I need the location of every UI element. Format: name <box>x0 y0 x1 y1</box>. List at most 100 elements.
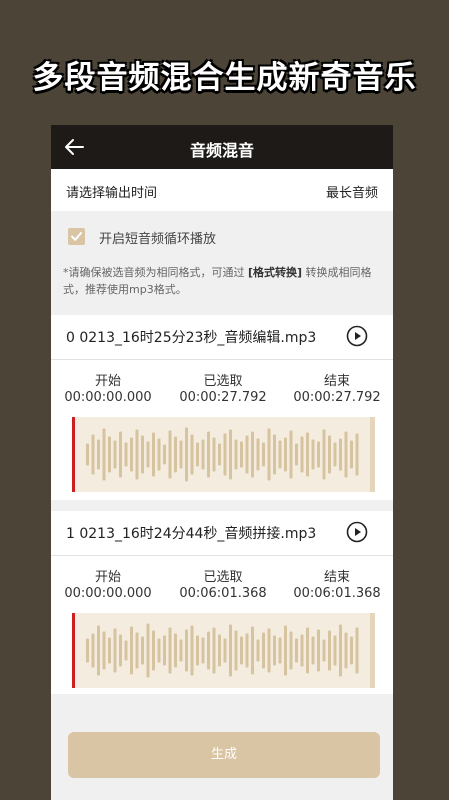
waveform-bar <box>339 438 342 471</box>
app-screen: 音频混音 请选择输出时间 最长音频 开启短音频循环播放 *请确保被选音频为相同格… <box>51 125 393 800</box>
play-icon[interactable] <box>346 521 368 543</box>
waveform-bar <box>295 443 298 466</box>
start-time: 开始 00:00:00.000 <box>53 370 163 405</box>
waveform-bar <box>295 638 298 663</box>
waveform-bar <box>262 442 265 467</box>
play-icon[interactable] <box>346 325 368 347</box>
waveform-bar <box>163 635 166 666</box>
waveform-bar <box>185 427 188 482</box>
waveform-bar <box>201 637 205 664</box>
output-time-row[interactable]: 请选择输出时间 最长音频 <box>51 169 393 211</box>
waveform-bar <box>278 440 282 469</box>
track-card: 0 0213_16时25分23秒_音频编辑.mp3 开始 00:00:00.00… <box>51 315 393 500</box>
waveform-bar <box>333 635 337 666</box>
waveform-bar <box>179 639 183 662</box>
waveform-bar <box>152 630 155 671</box>
waveform-bar <box>289 631 293 670</box>
track-name: 1 0213_16时24分44秒_音频拼接.mp3 <box>66 526 317 542</box>
waveform-bar <box>355 433 359 476</box>
waveform-bar <box>273 635 276 666</box>
waveform-bar <box>86 638 89 663</box>
waveform-bar <box>284 625 287 676</box>
generate-button[interactable]: 生成 <box>68 732 380 778</box>
playhead-marker[interactable] <box>72 417 75 492</box>
waveform-bar <box>333 442 337 467</box>
waveform-bar <box>245 435 249 474</box>
waveform-bar <box>196 442 199 467</box>
waveform-bar <box>190 625 194 676</box>
waveform-bar <box>289 430 293 479</box>
waveform-bar <box>146 623 150 678</box>
end-time: 结束 00:00:27.792 <box>282 370 392 405</box>
loop-checkbox[interactable] <box>68 228 85 245</box>
waveform-bar <box>245 633 249 668</box>
waveform-bar <box>256 639 260 662</box>
waveform-bar <box>212 437 216 472</box>
end-label: 结束 <box>323 374 350 389</box>
end-handle[interactable] <box>370 417 375 492</box>
waveform-bar <box>311 636 315 665</box>
waveform-bar <box>306 627 309 674</box>
waveform-bar <box>130 626 133 675</box>
banner-title: 多段音频混合生成新奇音乐 <box>32 60 417 96</box>
waveform-bar <box>135 429 139 480</box>
playhead-marker[interactable] <box>72 613 75 688</box>
selected-value: 00:00:27.792 <box>179 390 267 405</box>
waveform-bar <box>240 441 243 468</box>
waveform-bar <box>185 629 188 672</box>
end-value: 00:00:27.792 <box>293 390 381 405</box>
format-note: *请确保被选音频为相同格式，可通过 [格式转换] 转换成相同格式，推荐使用mp3… <box>63 264 383 298</box>
waveform-bar <box>207 431 210 478</box>
waveform-bar <box>322 429 326 480</box>
waveform-bar <box>267 628 271 673</box>
waveform-bar <box>179 440 183 469</box>
waveform-bar <box>218 634 221 667</box>
waveform-bar <box>278 637 282 664</box>
waveform-bar <box>201 439 205 470</box>
waveform-bar <box>344 431 348 478</box>
waveform <box>72 613 375 688</box>
note-text-before: *请确保被选音频为相同格式，可通过 <box>63 266 248 279</box>
start-label: 开始 <box>94 570 121 585</box>
start-value: 00:00:00.000 <box>64 390 152 405</box>
waveform-bar <box>344 632 348 669</box>
check-icon <box>71 232 82 241</box>
waveform-bar <box>234 439 238 470</box>
waveform-bar <box>168 430 172 479</box>
waveform-bar <box>141 636 144 665</box>
selected-value: 00:06:01.368 <box>179 586 267 601</box>
format-convert-link[interactable]: [格式转换] <box>248 266 302 279</box>
waveform-bar <box>135 632 139 669</box>
selected-label: 已选取 <box>203 570 243 585</box>
waveform-bar <box>229 429 232 480</box>
waveform-bar <box>328 630 331 671</box>
waveform-bar <box>322 639 326 662</box>
waveform-bar <box>113 628 117 673</box>
waveform-bar <box>256 438 260 471</box>
waveform-selector[interactable] <box>72 417 375 492</box>
end-time: 结束 00:06:01.368 <box>282 566 392 601</box>
waveform-bar <box>141 435 144 474</box>
waveform-bar <box>317 441 320 468</box>
waveform-bar <box>234 630 238 671</box>
waveform-bar <box>311 439 315 470</box>
waveform-bar <box>223 433 227 476</box>
end-handle[interactable] <box>370 613 375 688</box>
waveform-bar <box>146 441 150 468</box>
loop-option-row[interactable]: 开启短音频循环播放 <box>51 219 393 261</box>
end-label: 结束 <box>323 570 350 585</box>
waveform-bar <box>152 432 155 477</box>
waveform-bar <box>124 640 128 661</box>
waveform <box>72 417 375 492</box>
track-card: 1 0213_16时24分44秒_音频拼接.mp3 开始 00:00:00.00… <box>51 511 393 694</box>
output-time-value[interactable]: 最长音频 <box>326 182 378 201</box>
waveform-bar <box>339 624 342 677</box>
waveform-bar <box>196 635 199 666</box>
loop-label: 开启短音频循环播放 <box>99 232 217 247</box>
waveform-bar <box>273 434 276 475</box>
waveform-bar <box>91 434 95 475</box>
waveform-bar <box>119 634 122 667</box>
waveform-bar <box>168 627 172 674</box>
waveform-selector[interactable] <box>72 613 375 688</box>
start-value: 00:00:00.000 <box>64 586 152 601</box>
